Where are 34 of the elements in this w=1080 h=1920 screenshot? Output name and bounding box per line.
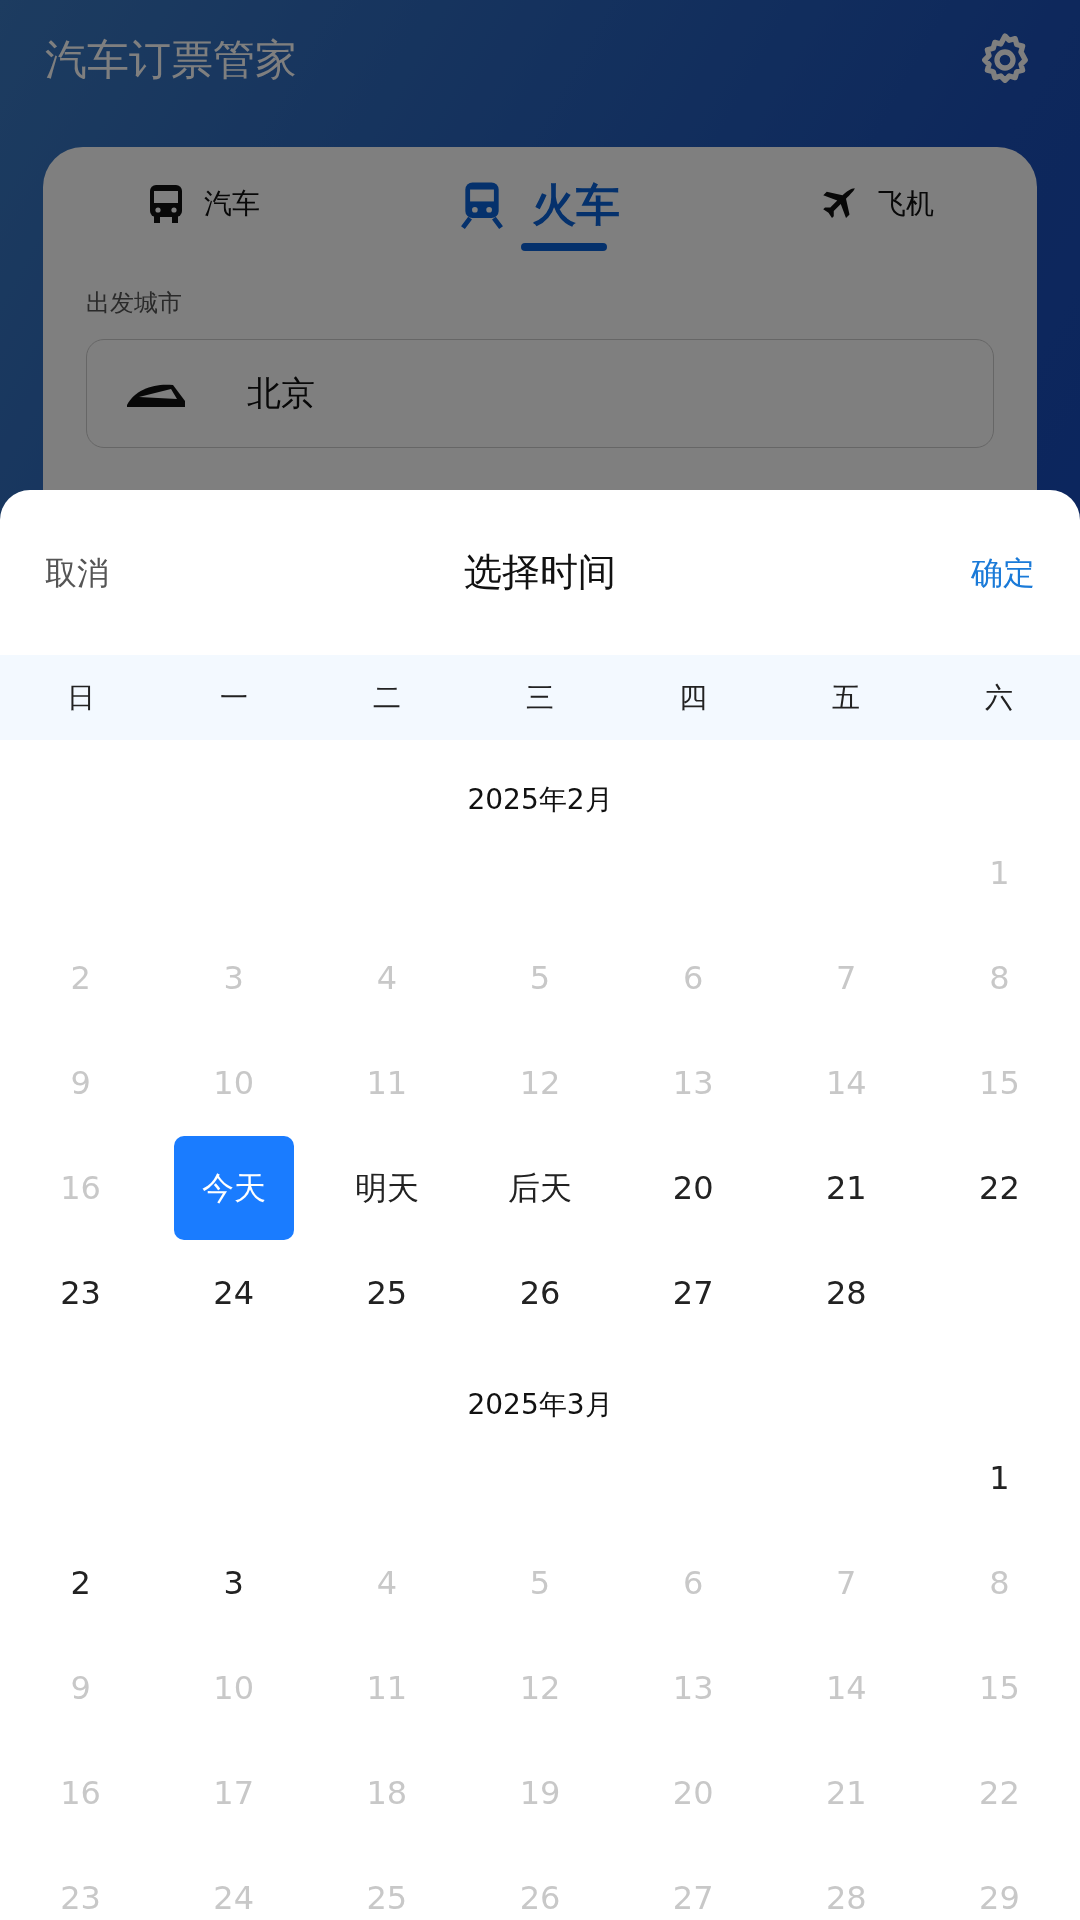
calendar-day[interactable]: 27 [633,1240,754,1345]
weekday-label: 四 [679,679,708,716]
month-title: 2025年2月 [467,784,613,818]
confirm-button[interactable]: 确定 [971,548,1035,597]
calendar-day[interactable]: 3 [173,1530,294,1635]
calendar-day[interactable]: 23 [20,1240,141,1345]
calendar-day[interactable]: 2 [20,1530,141,1635]
cancel-button[interactable]: 取消 [45,548,109,597]
calendar-day[interactable]: 今天 [173,1135,294,1240]
calendar-day[interactable]: 25 [326,1240,447,1345]
transport-tab[interactable]: 飞机 [818,177,934,225]
weekday-label: 二 [372,679,401,716]
calendar-day[interactable]: 1 [939,1425,1060,1530]
weekday-label: 六 [985,679,1014,716]
app-title: 汽车订票管家 [45,34,297,86]
calendar-day[interactable]: 24 [173,1240,294,1345]
weekday-label: 三 [526,679,554,716]
calendar-day[interactable]: 28 [786,1240,907,1345]
train-icon [458,180,506,230]
month-title: 2025年3月 [467,1389,613,1423]
calendar-day[interactable]: 22 [939,1135,1060,1240]
field-label: 出发城市 [86,288,183,319]
weekday-label: 五 [832,679,861,716]
transport-tab[interactable]: 汽车 [146,177,260,225]
departure-city-field[interactable]: 北京 [86,339,994,448]
calendar-day[interactable]: 21 [786,1135,907,1240]
calendar-day[interactable]: 后天 [480,1135,600,1240]
weekday-label: 一 [219,679,248,716]
picker-title: 选择时间 [464,549,616,596]
calendar-day[interactable]: 26 [480,1240,600,1345]
calendar-day[interactable]: 20 [633,1135,754,1240]
transport-tab[interactable]: 火车 [458,177,620,251]
calendar-day[interactable]: 明天 [326,1135,447,1240]
weekday-label: 日 [66,679,95,716]
